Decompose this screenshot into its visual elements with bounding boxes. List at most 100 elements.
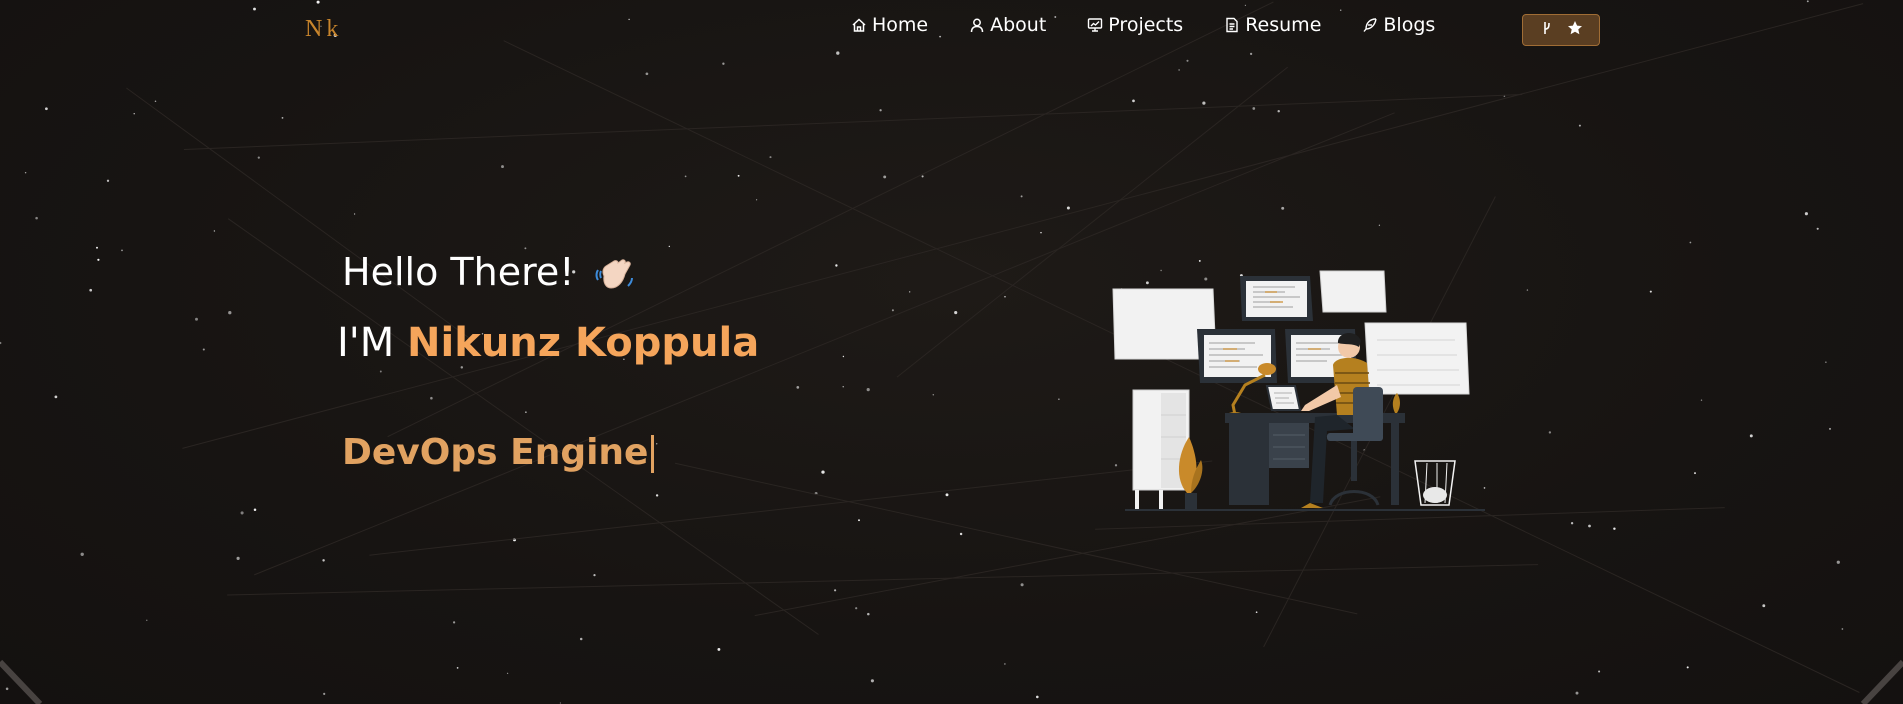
nav-item-label: Blogs <box>1383 14 1436 36</box>
star <box>1598 670 1601 673</box>
nav-item-label: About <box>990 14 1047 36</box>
waving-hand-icon <box>592 250 636 294</box>
star <box>1058 398 1060 401</box>
star <box>593 573 596 577</box>
star <box>870 679 874 683</box>
star <box>456 667 459 669</box>
star <box>1526 289 1529 291</box>
star <box>1829 427 1831 430</box>
star <box>24 171 27 174</box>
star <box>1066 206 1070 210</box>
star <box>1749 434 1753 438</box>
star <box>0 341 2 345</box>
star <box>512 538 517 542</box>
star <box>1700 399 1703 401</box>
star <box>1816 227 1819 230</box>
star <box>932 394 935 396</box>
star <box>1836 560 1840 564</box>
typed-role: DevOps Engine <box>342 432 655 473</box>
constellation-line <box>126 87 473 341</box>
star-icon <box>1567 20 1583 40</box>
star <box>1020 583 1024 587</box>
typed-role-text: DevOps Engine <box>342 432 649 473</box>
star <box>855 607 858 610</box>
star <box>1825 361 1827 363</box>
star <box>656 443 658 445</box>
star <box>1613 527 1616 530</box>
star <box>834 589 837 592</box>
star <box>524 247 527 250</box>
star <box>722 62 725 65</box>
star <box>959 532 963 536</box>
star <box>452 621 456 624</box>
star <box>1004 296 1006 298</box>
star <box>645 72 649 76</box>
star <box>866 388 870 392</box>
star <box>353 213 356 215</box>
star <box>1040 231 1042 234</box>
nav-item-resume[interactable]: Resume <box>1223 14 1321 36</box>
star <box>769 156 772 159</box>
star <box>1649 290 1652 293</box>
star <box>379 370 382 373</box>
star <box>236 556 240 560</box>
nav-item-home[interactable]: Home <box>850 14 928 36</box>
nav-item-label: Projects <box>1108 14 1184 36</box>
brand-logo[interactable]: Nk <box>305 16 342 43</box>
hero-name: Nikunz Koppula <box>407 320 760 366</box>
star <box>1036 695 1039 699</box>
star <box>45 107 48 111</box>
star <box>253 508 257 511</box>
star <box>195 317 198 321</box>
star <box>1198 259 1201 262</box>
star <box>506 672 509 674</box>
star <box>1548 431 1552 434</box>
star <box>133 113 135 115</box>
star <box>501 165 504 169</box>
star <box>1575 691 1579 695</box>
starfield-background <box>0 0 1903 704</box>
star <box>54 395 58 399</box>
star <box>322 559 325 562</box>
star <box>909 291 911 293</box>
hero-greeting: Hello There! <box>342 250 636 294</box>
star <box>146 619 148 621</box>
star <box>883 175 887 179</box>
star <box>684 175 687 178</box>
star <box>1570 522 1574 525</box>
typing-cursor <box>651 435 655 473</box>
star <box>1762 604 1766 608</box>
star <box>121 249 123 252</box>
star <box>1202 101 1206 105</box>
star <box>559 702 562 704</box>
star <box>835 264 838 267</box>
nav-item-about[interactable]: About <box>968 14 1046 36</box>
star <box>1277 109 1280 113</box>
star <box>891 309 894 312</box>
star <box>202 348 205 351</box>
star <box>1178 69 1180 71</box>
nav-item-blogs[interactable]: Blogs <box>1361 14 1435 36</box>
star <box>945 493 949 497</box>
star <box>240 511 244 515</box>
star <box>1689 241 1692 244</box>
star <box>35 216 38 220</box>
star <box>1841 628 1844 630</box>
nav-item-label: Resume <box>1245 14 1322 36</box>
star <box>1132 99 1135 103</box>
nav-item-projects[interactable]: Projects <box>1086 14 1183 36</box>
star <box>737 174 740 177</box>
constellation-line <box>369 460 1213 556</box>
github-fork-button[interactable] <box>1522 14 1600 46</box>
star <box>430 396 433 400</box>
star <box>80 552 84 556</box>
star <box>460 366 464 369</box>
star <box>858 519 860 522</box>
star <box>756 199 758 201</box>
star <box>106 179 110 182</box>
star <box>281 117 284 119</box>
git-fork-icon <box>1539 20 1555 40</box>
navbar: Nk Home About Projects Resume Blogs <box>0 0 1903 62</box>
star <box>1578 124 1581 127</box>
star <box>154 100 157 103</box>
